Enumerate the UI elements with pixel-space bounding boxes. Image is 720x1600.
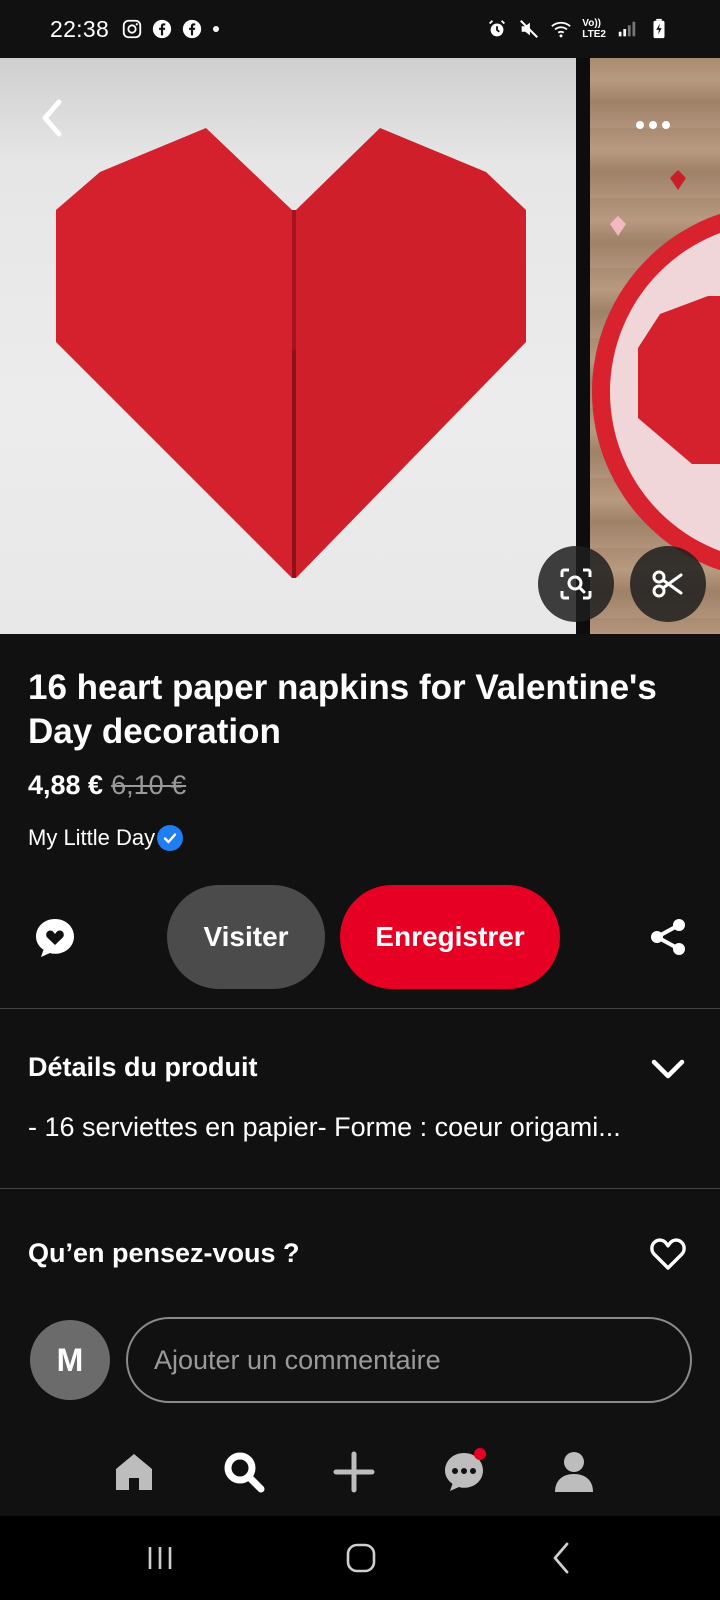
battery-charging-icon [653, 18, 665, 39]
home-button[interactable] [331, 1534, 391, 1582]
status-time: 22:38 [50, 15, 110, 42]
home-icon [116, 1454, 152, 1490]
recent-apps-button[interactable] [130, 1534, 190, 1582]
cutout-button[interactable] [630, 546, 706, 622]
alarm-icon [489, 20, 506, 37]
facebook-icon [182, 19, 202, 39]
bottom-nav [0, 1430, 720, 1516]
visual-search-icon [560, 568, 592, 600]
instagram-icon [122, 19, 142, 39]
pin-title: 16 heart paper napkins for Valentine's D… [28, 668, 657, 751]
visual-search-button[interactable] [538, 546, 614, 622]
more-options-button[interactable] [628, 113, 678, 137]
status-bar: 22:38 Vo)) LTE2 [0, 0, 720, 58]
back-button[interactable] [30, 96, 74, 140]
chevron-down-icon [651, 1059, 685, 1079]
pin-main-image[interactable] [0, 58, 576, 634]
home-button-icon [346, 1543, 376, 1573]
current-price: 4,88 € [28, 770, 104, 800]
details-expand-button[interactable] [648, 1054, 688, 1084]
create-plus-icon [333, 1451, 375, 1493]
notification-badge [474, 1448, 486, 1460]
status-left-icons [121, 18, 221, 40]
share-button[interactable] [644, 913, 692, 961]
nav-profile[interactable] [546, 1444, 602, 1500]
section-divider [0, 1188, 720, 1189]
system-back-button[interactable] [532, 1534, 592, 1582]
more-horizontal-icon [636, 121, 644, 129]
details-title[interactable]: Détails du produit [28, 1052, 258, 1083]
network-label-top: Vo)) [582, 18, 601, 29]
nav-home[interactable] [106, 1444, 162, 1500]
comment-input[interactable] [126, 1317, 692, 1403]
nav-messages[interactable] [436, 1444, 492, 1500]
status-right-icons: Vo)) LTE2 [486, 18, 670, 40]
scissors-icon [652, 570, 683, 598]
comment-button[interactable] [30, 913, 80, 963]
action-row: Visiter Enregistrer [0, 885, 720, 991]
network-label-bottom: LTE2 [582, 29, 606, 40]
visit-button[interactable]: Visiter [167, 885, 325, 989]
pin-image-carousel[interactable] [0, 58, 720, 634]
chevron-left-icon [42, 99, 62, 137]
volte-lte2-icon: Vo)) LTE2 [582, 18, 606, 40]
more-dot [662, 121, 670, 129]
recent-apps-icon [148, 1547, 172, 1569]
heart-napkin-image [56, 128, 526, 578]
nav-search[interactable] [216, 1444, 272, 1500]
react-button[interactable] [648, 1234, 688, 1274]
wifi-icon [551, 21, 572, 38]
heart-outline-icon [650, 1238, 686, 1270]
back-icon [553, 1542, 569, 1574]
search-icon [224, 1452, 265, 1493]
details-text: - 16 serviettes en papier- Forme : coeur… [28, 1112, 621, 1142]
share-icon [651, 919, 685, 955]
price-row: 4,88 € 6,10 € [28, 770, 186, 801]
signal-icon [618, 21, 636, 37]
section-divider [0, 1008, 720, 1009]
comment-bubble-icon [36, 919, 74, 957]
mute-icon [520, 20, 539, 38]
verified-check-icon [157, 825, 184, 851]
merchant-name: My Little Day [28, 825, 156, 850]
profile-icon [555, 1452, 593, 1492]
more-dot [649, 121, 657, 129]
feedback-title: Qu’en pensez-vous ? [28, 1238, 300, 1268]
dot-icon [213, 26, 220, 32]
avatar[interactable]: M [30, 1320, 110, 1400]
system-nav-bar [0, 1516, 720, 1600]
save-button[interactable]: Enregistrer [340, 885, 560, 989]
old-price: 6,10 € [111, 770, 187, 800]
merchant-link[interactable]: My Little Day [28, 825, 184, 851]
nav-create[interactable] [326, 1444, 382, 1500]
facebook-icon [152, 19, 172, 39]
